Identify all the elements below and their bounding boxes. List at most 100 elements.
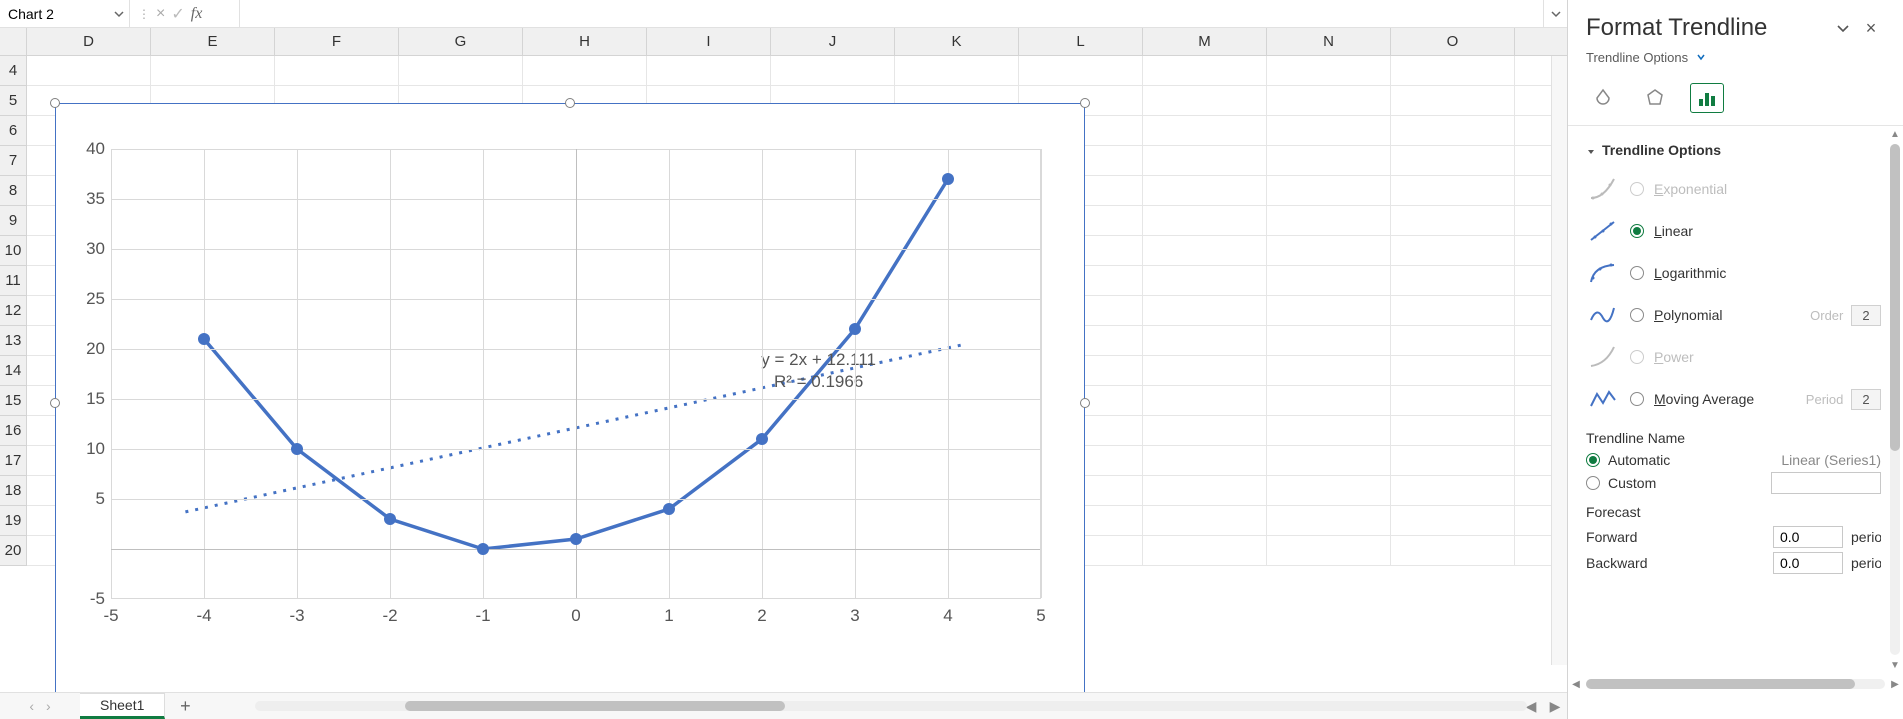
cell[interactable] <box>647 56 771 86</box>
cell[interactable] <box>399 56 523 86</box>
cell[interactable] <box>1391 206 1515 236</box>
name-box[interactable] <box>0 0 130 27</box>
data-point[interactable] <box>849 323 861 335</box>
fill-line-tab[interactable] <box>1586 83 1620 113</box>
cell[interactable] <box>1143 116 1267 146</box>
cell[interactable] <box>1143 386 1267 416</box>
cell[interactable] <box>1391 86 1515 116</box>
data-point[interactable] <box>291 443 303 455</box>
cell[interactable] <box>1267 536 1391 566</box>
cell[interactable] <box>1143 326 1267 356</box>
data-point[interactable] <box>198 333 210 345</box>
row-header[interactable]: 10 <box>0 236 27 266</box>
row-header[interactable]: 4 <box>0 56 27 86</box>
cell[interactable] <box>1143 446 1267 476</box>
pane-vscroll-up-icon[interactable]: ▲ <box>1890 126 1900 142</box>
chart-handle[interactable] <box>1080 398 1090 408</box>
confirm-input-icon[interactable]: ✓ <box>171 4 184 24</box>
cell[interactable] <box>275 56 399 86</box>
select-all-corner[interactable] <box>0 28 27 56</box>
chart-object[interactable]: y = 2x + 12.111 R² = 0.1966 403530252015… <box>55 103 1085 692</box>
cell[interactable] <box>1391 116 1515 146</box>
column-header[interactable]: I <box>647 28 771 56</box>
column-header[interactable]: O <box>1391 28 1515 56</box>
forward-input[interactable] <box>1773 526 1843 548</box>
column-header[interactable]: K <box>895 28 1019 56</box>
row-header[interactable]: 16 <box>0 416 27 446</box>
radio-logarithmic[interactable] <box>1630 266 1644 280</box>
cell[interactable] <box>1267 386 1391 416</box>
row-header[interactable]: 19 <box>0 506 27 536</box>
data-point[interactable] <box>942 173 954 185</box>
cell[interactable] <box>1267 446 1391 476</box>
sheet-tab[interactable]: Sheet1 <box>80 693 165 719</box>
cell[interactable] <box>27 56 151 86</box>
radio-linear[interactable] <box>1630 224 1644 238</box>
cell[interactable] <box>1143 206 1267 236</box>
column-header[interactable]: E <box>151 28 275 56</box>
hscroll-thumb[interactable] <box>405 701 785 711</box>
cell[interactable] <box>1143 416 1267 446</box>
data-point[interactable] <box>384 513 396 525</box>
chart-handle[interactable] <box>1080 98 1090 108</box>
grid-horizontal-scrollbar[interactable]: ⋮ ◀ ▶ <box>205 693 1567 719</box>
row-header[interactable]: 11 <box>0 266 27 296</box>
row-header[interactable]: 9 <box>0 206 27 236</box>
cell[interactable] <box>1391 446 1515 476</box>
fx-icon[interactable]: fx <box>191 5 203 23</box>
data-point[interactable] <box>663 503 675 515</box>
effects-tab[interactable] <box>1638 83 1672 113</box>
cell[interactable] <box>1391 236 1515 266</box>
tab-prev-icon[interactable]: ‹ <box>29 698 34 714</box>
row-header[interactable]: 15 <box>0 386 27 416</box>
column-header[interactable]: H <box>523 28 647 56</box>
cell[interactable] <box>1267 416 1391 446</box>
cell[interactable] <box>1267 146 1391 176</box>
row-header[interactable]: 18 <box>0 476 27 506</box>
cell[interactable] <box>1391 266 1515 296</box>
cell[interactable] <box>1267 326 1391 356</box>
row-header[interactable]: 7 <box>0 146 27 176</box>
option-logarithmic[interactable]: Logarithmic <box>1586 252 1881 294</box>
cell[interactable] <box>1391 326 1515 356</box>
radio-name-automatic[interactable] <box>1586 453 1600 467</box>
radio-polynomial[interactable] <box>1630 308 1644 322</box>
chart-handle[interactable] <box>565 98 575 108</box>
option-moving-average[interactable]: Moving Average Period <box>1586 378 1881 420</box>
cell[interactable] <box>1267 176 1391 206</box>
chart-handle[interactable] <box>50 98 60 108</box>
row-header[interactable]: 12 <box>0 296 27 326</box>
chart-plot-area[interactable]: y = 2x + 12.111 R² = 0.1966 403530252015… <box>111 149 1041 599</box>
row-header[interactable]: 14 <box>0 356 27 386</box>
custom-name-input[interactable] <box>1771 472 1881 494</box>
pane-options-icon[interactable] <box>1829 14 1857 42</box>
pane-close-icon[interactable]: × <box>1857 14 1885 42</box>
pane-hscroll-right-icon[interactable]: ▶ <box>1887 679 1903 690</box>
cell[interactable] <box>1143 146 1267 176</box>
cell[interactable] <box>1391 56 1515 86</box>
row-header[interactable]: 6 <box>0 116 27 146</box>
option-exponential[interactable]: Exponential <box>1586 168 1881 210</box>
data-point[interactable] <box>477 543 489 555</box>
column-header[interactable]: P <box>1515 28 1567 56</box>
cell[interactable] <box>1267 506 1391 536</box>
cell[interactable] <box>1391 536 1515 566</box>
cell[interactable] <box>771 56 895 86</box>
split-icon[interactable]: ⋮ <box>138 7 150 21</box>
pane-horizontal-scrollbar[interactable]: ◀ ▶ <box>1568 675 1903 693</box>
cell[interactable] <box>1143 356 1267 386</box>
cancel-input-icon[interactable]: × <box>156 5 165 23</box>
cell[interactable] <box>1143 86 1267 116</box>
cell[interactable] <box>1391 476 1515 506</box>
name-automatic[interactable]: Automatic <box>1608 452 1773 468</box>
trendline-options-tab[interactable] <box>1690 83 1724 113</box>
name-box-dropdown[interactable] <box>109 8 129 20</box>
cell[interactable] <box>1391 296 1515 326</box>
pane-subtitle-row[interactable]: Trendline Options <box>1568 46 1903 75</box>
cell[interactable] <box>1391 146 1515 176</box>
radio-name-custom[interactable] <box>1586 476 1600 490</box>
grid-vertical-scrollbar[interactable] <box>1551 56 1567 665</box>
cell[interactable] <box>1143 536 1267 566</box>
cell[interactable] <box>1267 206 1391 236</box>
name-custom[interactable]: Custom <box>1608 475 1763 491</box>
